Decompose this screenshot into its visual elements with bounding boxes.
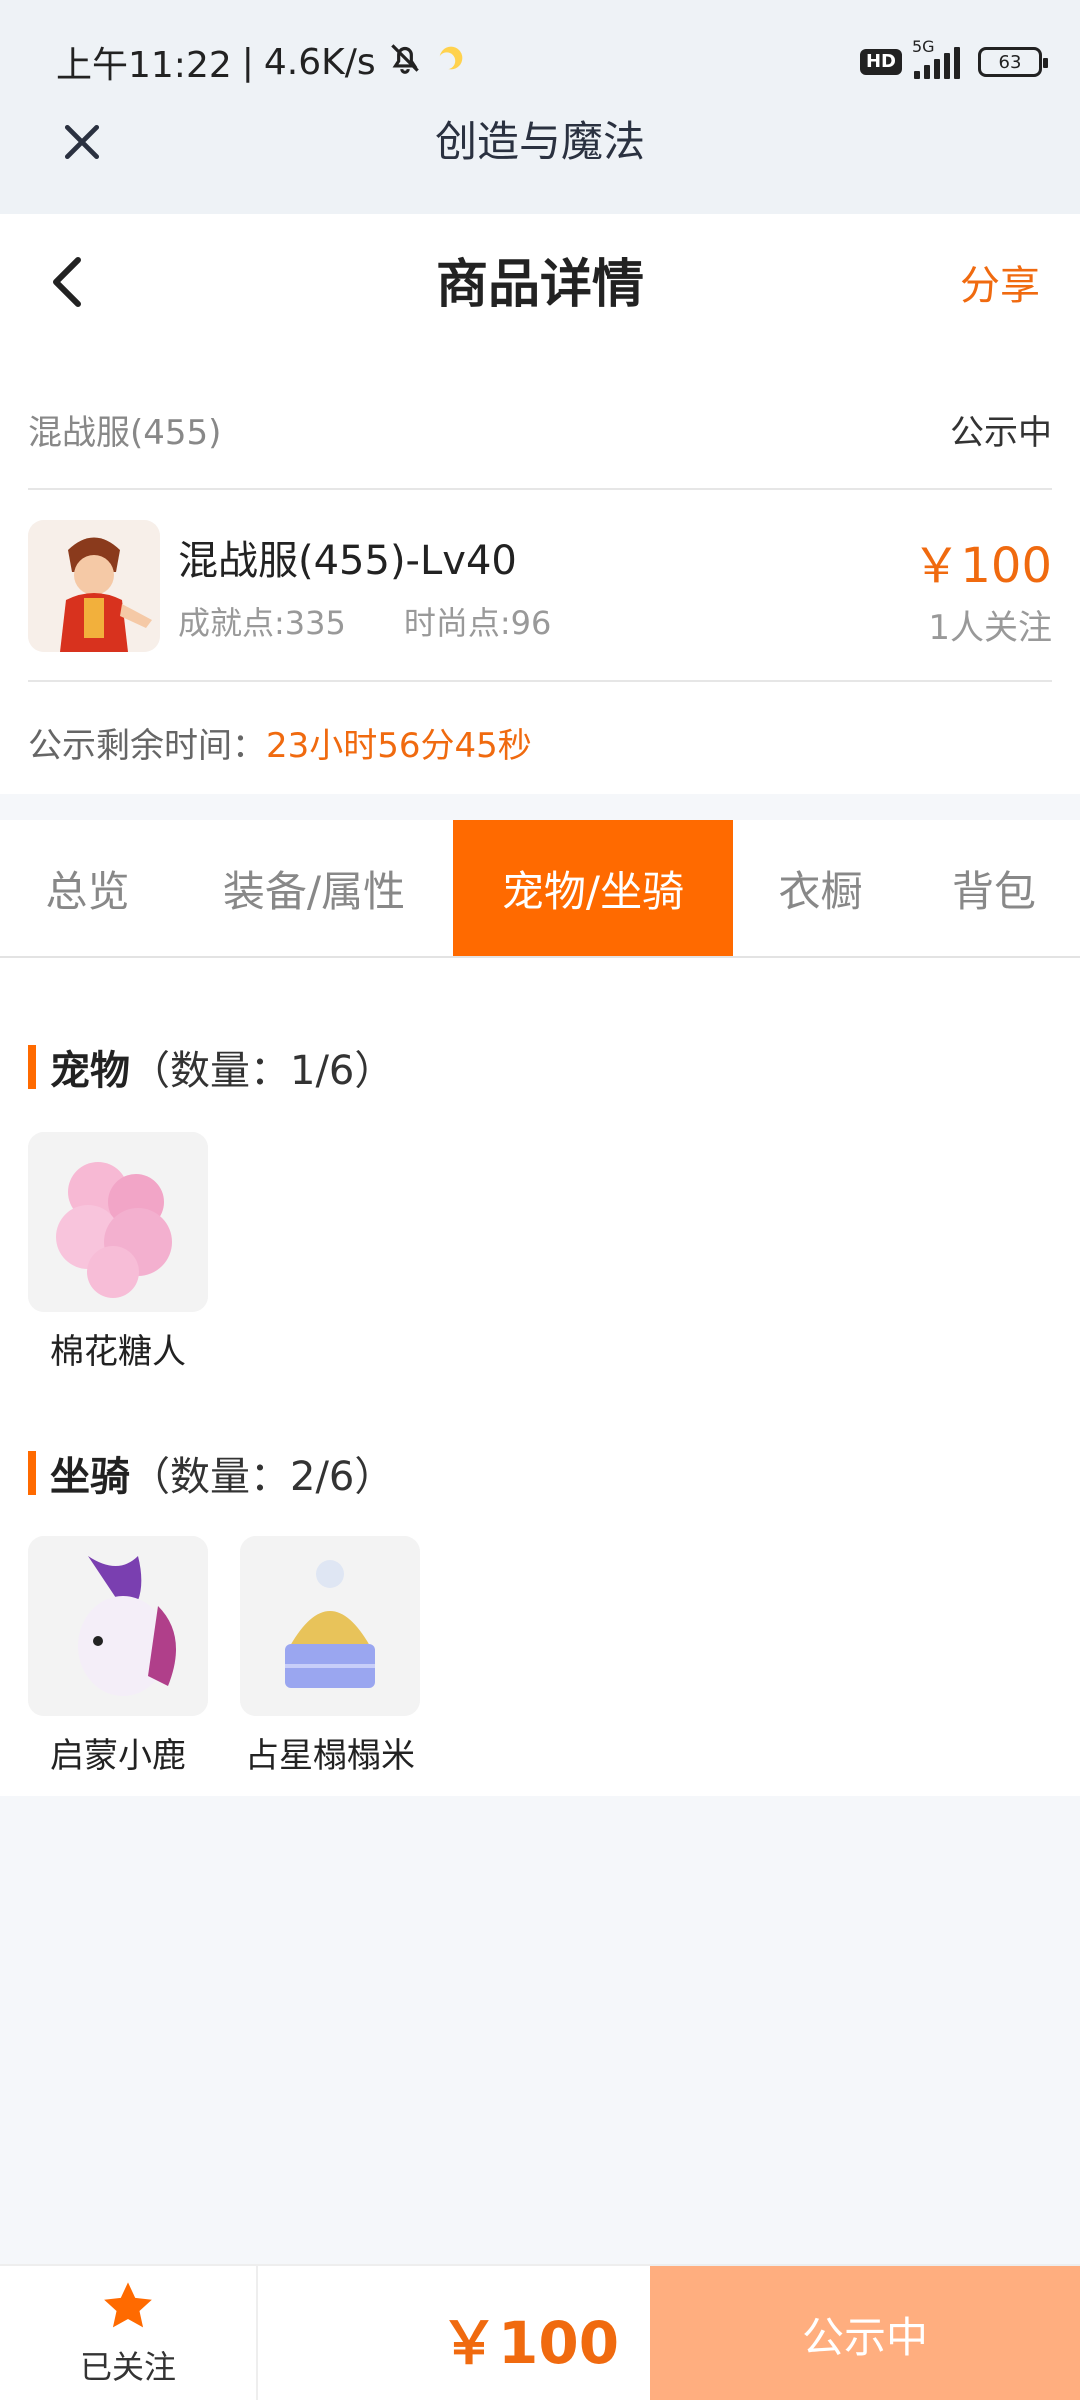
follow-label: 已关注 — [79, 2348, 176, 2386]
server-name: 混战服(455) — [28, 412, 222, 453]
fashion-points: 时尚点:96 — [403, 604, 552, 642]
mount-name: 占星榻榻米 — [245, 1736, 415, 1776]
pets-title: 宠物 — [50, 1048, 130, 1094]
item-stats: 成就点:335 时尚点:96 — [178, 598, 551, 644]
pet-image — [28, 1132, 208, 1312]
mounts-count: （数量：2/6） — [130, 1454, 395, 1500]
status-left: 上午11:22 | 4.6K/s — [56, 39, 468, 86]
pets-section-title: 宠物 （数量：1/6） — [28, 1038, 394, 1096]
status-bar: 上午11:22 | 4.6K/s HD 5G 63 — [0, 0, 1080, 120]
page-title: 商品详情 — [435, 255, 644, 315]
item-price: ￥100 — [912, 538, 1052, 594]
bottom-price: ￥100 — [440, 2309, 620, 2377]
tab-equipment[interactable]: 装备/属性 — [175, 820, 453, 956]
top-area: 上午11:22 | 4.6K/s HD 5G 63 创造与魔法 — [0, 0, 1080, 214]
battery-icon: 63 — [978, 47, 1048, 77]
mount-card[interactable]: 占星榻榻米 — [240, 1536, 420, 1777]
mount-name: 启蒙小鹿 — [50, 1736, 186, 1776]
section-marker — [28, 1045, 36, 1089]
tab-overview[interactable]: 总览 — [0, 820, 175, 956]
pet-card[interactable]: 棉花糖人 — [28, 1132, 208, 1373]
mounts-section-title: 坐骑 （数量：2/6） — [28, 1444, 394, 1502]
star-icon — [101, 2280, 155, 2336]
status-right: HD 5G 63 — [859, 37, 1048, 84]
status-speed: 4.6K/s — [263, 41, 376, 83]
status-separator: | — [241, 41, 254, 83]
pets-count: （数量：1/6） — [130, 1048, 395, 1094]
achievement-points: 成就点:335 — [178, 604, 346, 642]
item-row[interactable]: 混战服(455)-Lv40 成就点:335 时尚点:96 ￥100 1人关注 — [28, 490, 1052, 682]
pets-mounts-panel: 宠物 （数量：1/6） 棉花糖人 坐骑 （数量：2/6） 启蒙小鹿 占星榻榻米 — [0, 958, 1080, 1796]
signal-icon: 5G — [912, 37, 960, 79]
battery-level: 63 — [998, 51, 1022, 73]
tab-bar: 总览 装备/属性 宠物/坐骑 衣橱 背包 — [0, 820, 1080, 958]
tab-wardrobe[interactable]: 衣橱 — [733, 820, 908, 956]
bell-off-icon — [386, 39, 424, 86]
watcher-count: 1人关注 — [928, 608, 1052, 648]
character-avatar — [28, 520, 160, 652]
share-button[interactable]: 分享 — [960, 256, 1040, 316]
mount-image — [28, 1536, 208, 1716]
pet-name: 棉花糖人 — [50, 1332, 186, 1372]
mount-card[interactable]: 启蒙小鹿 — [28, 1536, 208, 1777]
follow-button[interactable]: 已关注 — [0, 2266, 258, 2400]
hd-badge: HD — [859, 49, 902, 75]
status-button[interactable]: 公示中 — [650, 2266, 1080, 2400]
tab-backpack[interactable]: 背包 — [908, 820, 1080, 956]
item-name: 混战服(455)-Lv40 — [178, 538, 517, 584]
mount-image — [240, 1536, 420, 1716]
network-type: 5G — [912, 37, 935, 56]
countdown-label: 公示剩余时间： — [28, 726, 266, 766]
tab-pets-mounts[interactable]: 宠物/坐骑 — [453, 820, 733, 956]
weather-icon — [434, 41, 468, 84]
server-status: 公示中 — [950, 412, 1052, 453]
mounts-title: 坐骑 — [50, 1454, 130, 1500]
server-row: 混战服(455) 公示中 — [28, 390, 1052, 490]
bottom-bar: 已关注 ￥100 公示中 — [0, 2264, 1080, 2400]
mini-program-title: 创造与魔法 — [434, 117, 645, 166]
section-marker — [28, 1451, 36, 1495]
countdown-time: 23小时56分45秒 — [266, 726, 532, 766]
status-time: 上午11:22 — [56, 45, 232, 86]
countdown: 公示剩余时间：23小时56分45秒 — [28, 718, 532, 767]
